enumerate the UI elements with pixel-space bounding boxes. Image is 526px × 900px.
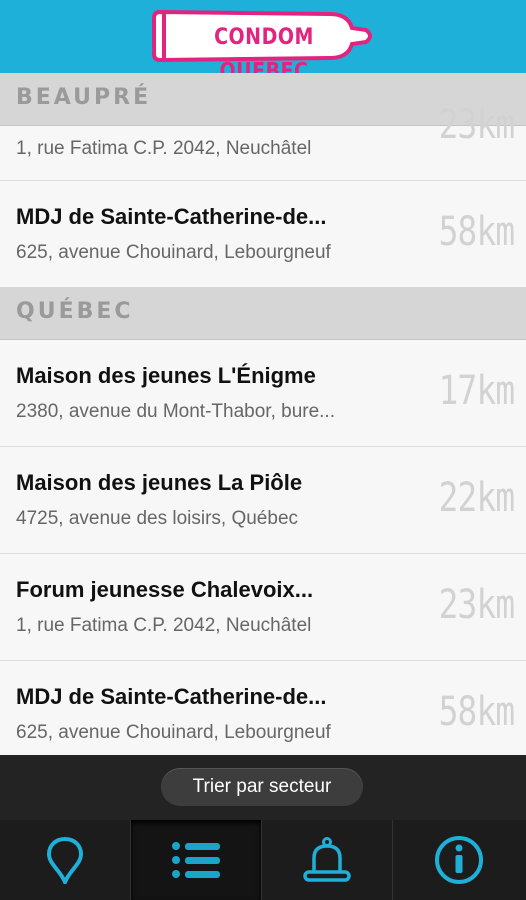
tab-map[interactable]: [0, 820, 131, 900]
list-item-distance: 17km: [438, 368, 515, 414]
list-item[interactable]: MDJ de Sainte-Catherine-de... 625, avenu…: [0, 181, 526, 288]
logo-text: CONDOM QUEBEC: [214, 24, 314, 85]
list-item-address: 2380, avenue du Mont-Thabor, bure...: [16, 401, 335, 422]
tab-condom[interactable]: [262, 820, 393, 900]
list-icon: [172, 842, 220, 878]
list-item-address: 625, avenue Chouinard, Lebourgneuf: [16, 722, 331, 743]
condom-icon: [303, 837, 351, 882]
list-item-distance: 22km: [438, 475, 515, 521]
list-item-name: MDJ de Sainte-Catherine-de...: [16, 204, 327, 229]
list-item-distance: 23km: [438, 582, 515, 628]
section-header-quebec: QUÉBEC: [0, 287, 526, 340]
tab-bar: [0, 820, 526, 900]
list-item-address: 1, rue Fatima C.P. 2042, Neuchâtel: [16, 138, 312, 159]
list-item-name: Forum jeunesse Chalevoix...: [16, 577, 314, 602]
list-item[interactable]: 1, rue Fatima C.P. 2042, Neuchâtel 23km: [0, 102, 526, 181]
list-item-distance: 58km: [438, 209, 515, 255]
section-title: QUÉBEC: [16, 299, 134, 324]
sort-by-sector-button[interactable]: Trier par secteur: [161, 768, 363, 806]
section-title: BEAUPRÉ: [16, 85, 152, 110]
list-item-distance: 23km: [438, 102, 515, 148]
tab-info[interactable]: [393, 820, 524, 900]
list-item-name: Maison des jeunes L'Énigme: [16, 363, 316, 388]
tab-list[interactable]: [131, 820, 262, 900]
list-item-name: Maison des jeunes La Piôle: [16, 470, 303, 495]
list-item[interactable]: Maison des jeunes La Piôle 4725, avenue …: [0, 447, 526, 554]
list-item-address: 4725, avenue des loisirs, Québec: [16, 508, 299, 529]
list-item[interactable]: Maison des jeunes L'Énigme 2380, avenue …: [0, 340, 526, 447]
info-icon: [434, 836, 483, 884]
list-item[interactable]: Forum jeunesse Chalevoix... 1, rue Fatim…: [0, 554, 526, 661]
list-item-address: 1, rue Fatima C.P. 2042, Neuchâtel: [16, 615, 312, 636]
map-pin-icon: [46, 836, 84, 884]
list-item[interactable]: MDJ de Sainte-Catherine-de... 625, avenu…: [0, 661, 526, 755]
location-list[interactable]: BEAUPRÉ 1, rue Fatima C.P. 2042, Neuchât…: [0, 73, 526, 755]
sort-bar: Trier par secteur: [0, 755, 526, 820]
list-item-name: MDJ de Sainte-Catherine-de...: [16, 684, 327, 709]
list-item-address: 625, avenue Chouinard, Lebourgneuf: [16, 242, 331, 263]
condom-quebec-logo: CONDOM QUEBEC: [152, 6, 378, 85]
list-item-distance: 58km: [438, 689, 515, 735]
app-header: CONDOM QUEBEC: [0, 0, 526, 85]
